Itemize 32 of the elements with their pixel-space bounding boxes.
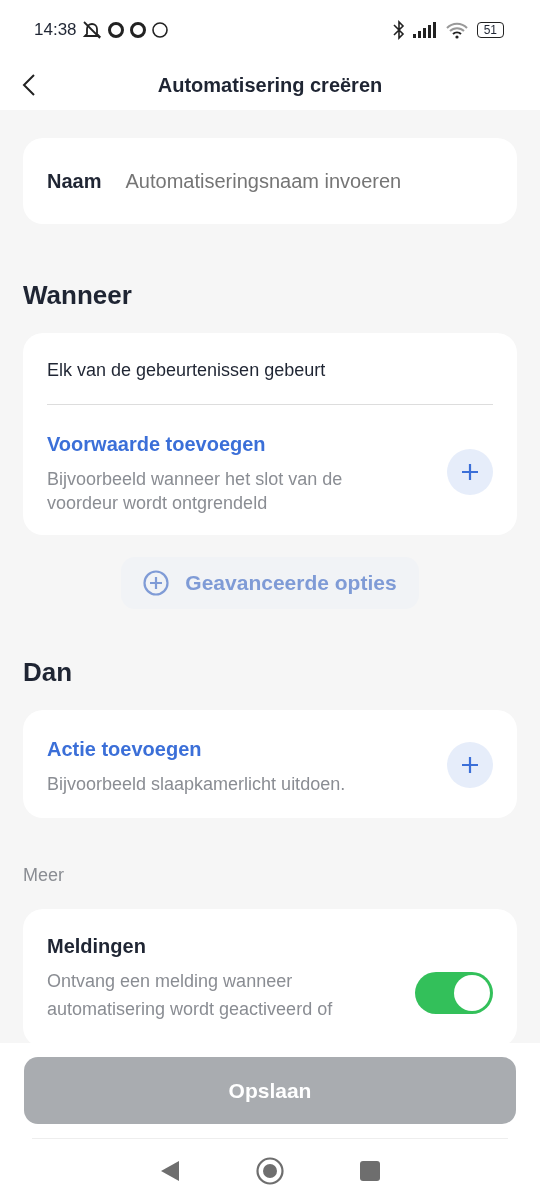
status-time: 14:38 — [34, 19, 77, 42]
back-button[interactable] — [22, 72, 36, 97]
back-nav-icon[interactable] — [160, 1159, 180, 1182]
setting-title: Meldingen — [47, 933, 147, 959]
home-nav-icon[interactable] — [256, 1156, 284, 1185]
name-field[interactable]: Naam Automatiseringsnaam invoeren — [23, 138, 517, 224]
section-heading: Wanneer — [23, 279, 133, 312]
signal-icon — [412, 22, 437, 38]
circle-icon — [106, 21, 125, 39]
add-action-link[interactable]: Actie toevoegen — [47, 733, 346, 764]
add-button[interactable] — [447, 741, 493, 788]
setting-description: Ontvang een melding wanneer automatisering wordt geactiveerd of — [47, 969, 334, 1021]
name-label: Naam — [47, 169, 102, 194]
battery-level: 51 — [476, 22, 504, 38]
section-label: Meer — [23, 863, 65, 887]
plus-icon — [460, 754, 480, 775]
circle-icon — [128, 21, 147, 39]
toggle-switch[interactable] — [415, 971, 493, 1014]
action-hint: Bijvoorbeeld slaapkamerlicht uitdoen. — [47, 772, 346, 796]
bluetooth-icon — [392, 20, 405, 40]
condition-hint: Bijvoorbeeld wanneer het slot van de voordeur wordt ontgrendeld — [47, 468, 344, 515]
plus-icon — [460, 462, 480, 482]
section-heading: Dan — [23, 655, 74, 689]
page-title: Automatisering creëren — [157, 73, 383, 98]
trigger-mode[interactable]: Elk van de gebeurtenissen gebeurt — [47, 333, 493, 405]
circle-icon — [150, 21, 169, 39]
add-condition-link[interactable]: Voorwaarde toevoegen — [47, 429, 407, 459]
add-button[interactable] — [447, 449, 493, 495]
recents-nav-icon[interactable] — [360, 1160, 380, 1181]
plus-circle-icon — [143, 569, 170, 596]
wifi-icon — [444, 21, 469, 39]
muted-bell-icon — [80, 20, 103, 40]
